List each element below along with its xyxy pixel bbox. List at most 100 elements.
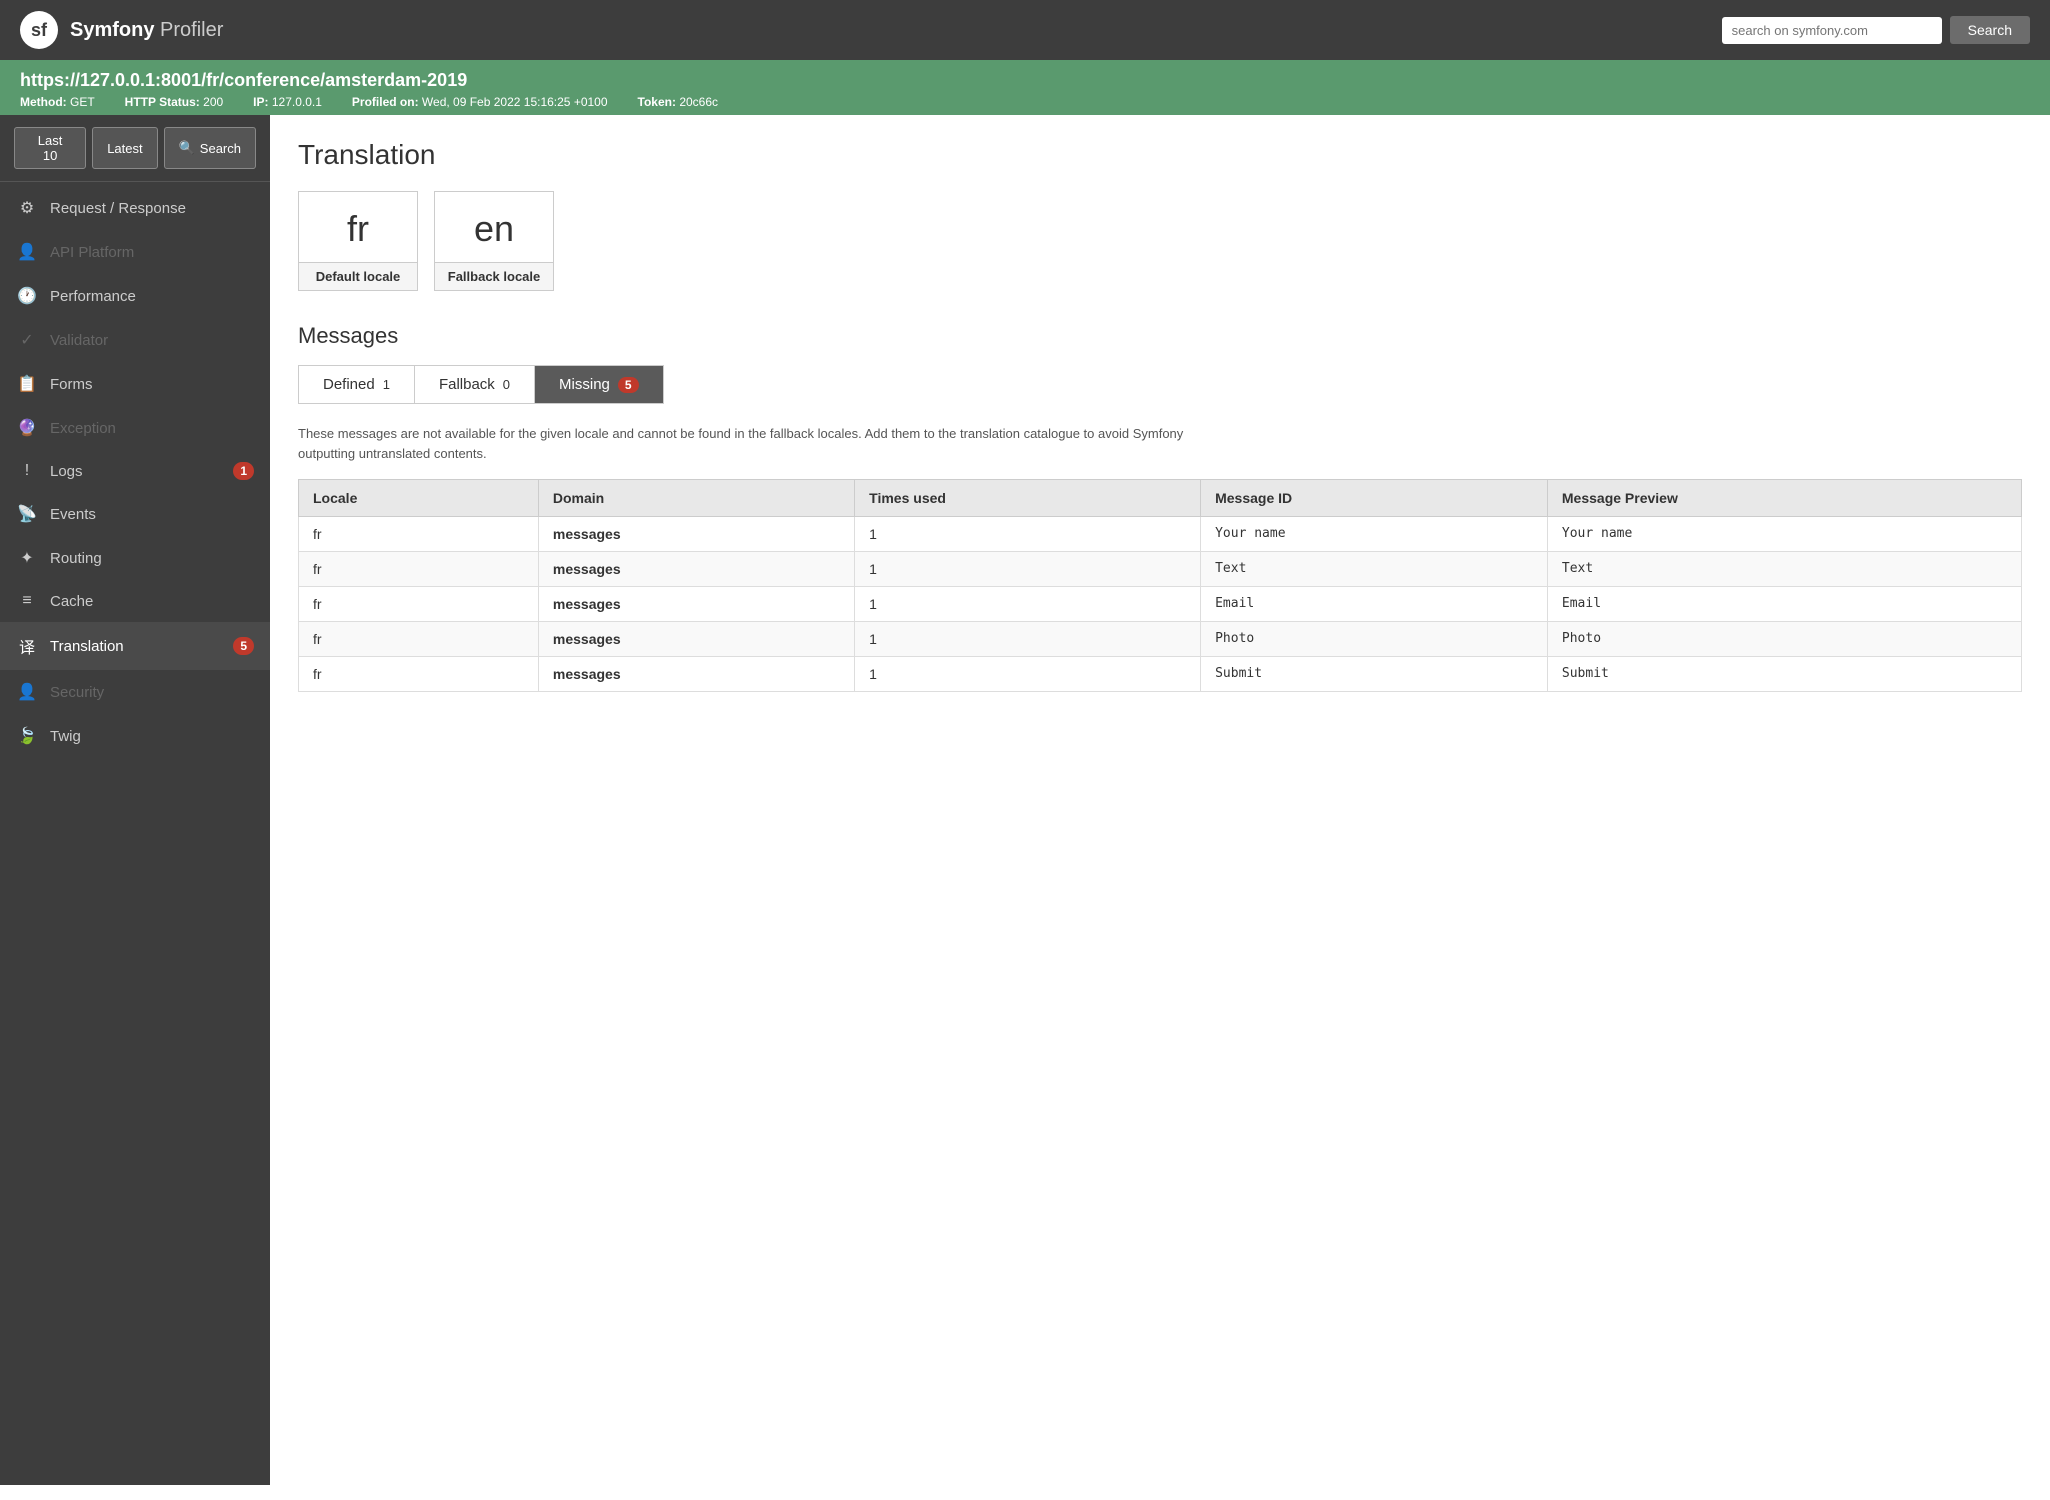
message-tabs: Defined 1 Fallback0 Missing 5 (298, 365, 664, 404)
brand-symfony: Symfony (70, 19, 154, 41)
translation-badge: 5 (233, 637, 254, 655)
cell-row4-col1: messages (538, 657, 854, 692)
table-row: frmessages1SubmitSubmit (299, 657, 2022, 692)
tab-defined-count: 1 (383, 377, 390, 392)
sidebar-item-translation[interactable]: 译 Translation 5 (0, 622, 270, 670)
info-text: These messages are not available for the… (298, 424, 1198, 463)
translation-icon: 译 (16, 634, 38, 658)
meta-method: Method: GET (20, 95, 95, 109)
tab-missing[interactable]: Missing 5 (535, 366, 663, 403)
performance-label: Performance (50, 288, 136, 305)
default-locale-value: fr (299, 192, 417, 262)
topbar-search-area: Search (1722, 16, 2030, 44)
table-body: frmessages1Your nameYour namefrmessages1… (299, 517, 2022, 692)
topbar-search-button[interactable]: Search (1950, 16, 2030, 44)
cell-row1-col1: messages (538, 552, 854, 587)
cell-row0-col1: messages (538, 517, 854, 552)
cell-row3-col1: messages (538, 622, 854, 657)
urlbar-meta: Method: GET HTTP Status: 200 IP: 127.0.0… (20, 95, 2030, 109)
cache-icon: ≡ (16, 592, 38, 610)
cell-row3-col4: Photo (1547, 622, 2021, 657)
last10-button[interactable]: Last 10 (14, 127, 86, 169)
sidebar-nav: ⚙ Request / Response 👤API Platform 🕐 Perform… (0, 182, 270, 762)
sidebar-item-cache[interactable]: ≡ Cache (0, 580, 270, 622)
logs-label: Logs (50, 463, 83, 480)
urlbar: https://127.0.0.1:8001/fr/conference/ams… (0, 60, 2050, 115)
sidebar-item-events[interactable]: 📡 Events (0, 492, 270, 536)
sidebar-item-security: 👤 Security (0, 670, 270, 714)
messages-table: LocaleDomainTimes usedMessage IDMessage … (298, 479, 2022, 692)
routing-label: Routing (50, 550, 102, 567)
request-response-icon: ⚙ (16, 198, 38, 218)
table-header-row: LocaleDomainTimes usedMessage IDMessage … (299, 480, 2022, 517)
cache-label: Cache (50, 593, 93, 610)
th-message-preview: Message Preview (1547, 480, 2021, 517)
tab-missing-label: Missing (559, 376, 610, 393)
cell-row4-col0: fr (299, 657, 539, 692)
search-button[interactable]: 🔍 Search (164, 127, 256, 169)
logs-icon: ! (16, 462, 38, 480)
security-label: Security (50, 684, 104, 701)
topbar: sf Symfony Profiler Search (0, 0, 2050, 60)
validator-icon: ✓ (16, 330, 38, 350)
topbar-search-input[interactable] (1722, 17, 1942, 44)
table-row: frmessages1Your nameYour name (299, 517, 2022, 552)
fallback-locale-value: en (435, 192, 553, 262)
fallback-locale-label: Fallback locale (435, 262, 553, 290)
tab-defined[interactable]: Defined 1 (299, 366, 415, 403)
sidebar-item-api-platform: 👤API Platform (0, 230, 270, 274)
sidebar-item-validator: ✓ Validator (0, 318, 270, 362)
tab-fallback[interactable]: Fallback0 (415, 366, 535, 403)
cell-row3-col0: fr (299, 622, 539, 657)
cell-row0-col4: Your name (1547, 517, 2021, 552)
cell-row1-col4: Text (1547, 552, 2021, 587)
api-platform-icon: 👤 (16, 242, 38, 262)
cell-row4-col2: 1 (855, 657, 1201, 692)
events-label: Events (50, 506, 96, 523)
table-row: frmessages1EmailEmail (299, 587, 2022, 622)
forms-icon: 📋 (16, 374, 38, 394)
tab-missing-badge: 5 (618, 377, 639, 393)
th-domain: Domain (538, 480, 854, 517)
cell-row2-col3: Email (1201, 587, 1548, 622)
security-icon: 👤 (16, 682, 38, 702)
search-icon: 🔍 (179, 140, 195, 156)
meta-profiled: Profiled on: Wed, 09 Feb 2022 15:16:25 +… (352, 95, 608, 109)
validator-label: Validator (50, 332, 108, 349)
cell-row0-col0: fr (299, 517, 539, 552)
cell-row0-col2: 1 (855, 517, 1201, 552)
sidebar-item-exception: 🔮Exception (0, 406, 270, 450)
twig-icon: 🍃 (16, 726, 38, 746)
translation-label: Translation (50, 638, 124, 655)
sidebar-item-logs[interactable]: !Logs1 (0, 450, 270, 492)
cell-row4-col4: Submit (1547, 657, 2021, 692)
locale-boxes: fr Default locale en Fallback locale (298, 191, 2022, 291)
latest-button[interactable]: Latest (92, 127, 157, 169)
tab-fallback-count: 0 (503, 377, 510, 392)
default-locale-label: Default locale (299, 262, 417, 290)
content-area: Translation fr Default locale en Fallbac… (270, 115, 2050, 1485)
cell-row2-col1: messages (538, 587, 854, 622)
cell-row4-col3: Submit (1201, 657, 1548, 692)
routing-icon: ✦ (16, 548, 38, 568)
sidebar-item-routing[interactable]: ✦ Routing (0, 536, 270, 580)
meta-status: HTTP Status: 200 (125, 95, 224, 109)
table-row: frmessages1TextText (299, 552, 2022, 587)
forms-label: Forms (50, 376, 93, 393)
sidebar-item-twig[interactable]: 🍃 Twig (0, 714, 270, 758)
sidebar-item-forms[interactable]: 📋 Forms (0, 362, 270, 406)
symfony-logo: sf (20, 11, 58, 49)
cell-row1-col0: fr (299, 552, 539, 587)
cell-row1-col3: Text (1201, 552, 1548, 587)
tab-defined-label: Defined (323, 376, 375, 393)
sidebar: Last 10 Latest 🔍 Search ⚙ Request / Respo… (0, 115, 270, 1485)
events-icon: 📡 (16, 504, 38, 524)
cell-row3-col3: Photo (1201, 622, 1548, 657)
performance-icon: 🕐 (16, 286, 38, 306)
sidebar-item-request-response[interactable]: ⚙ Request / Response (0, 186, 270, 230)
urlbar-url: https://127.0.0.1:8001/fr/conference/ams… (20, 70, 2030, 91)
sidebar-item-performance[interactable]: 🕐 Performance (0, 274, 270, 318)
twig-label: Twig (50, 728, 81, 745)
request-response-label: Request / Response (50, 200, 186, 217)
cell-row1-col2: 1 (855, 552, 1201, 587)
